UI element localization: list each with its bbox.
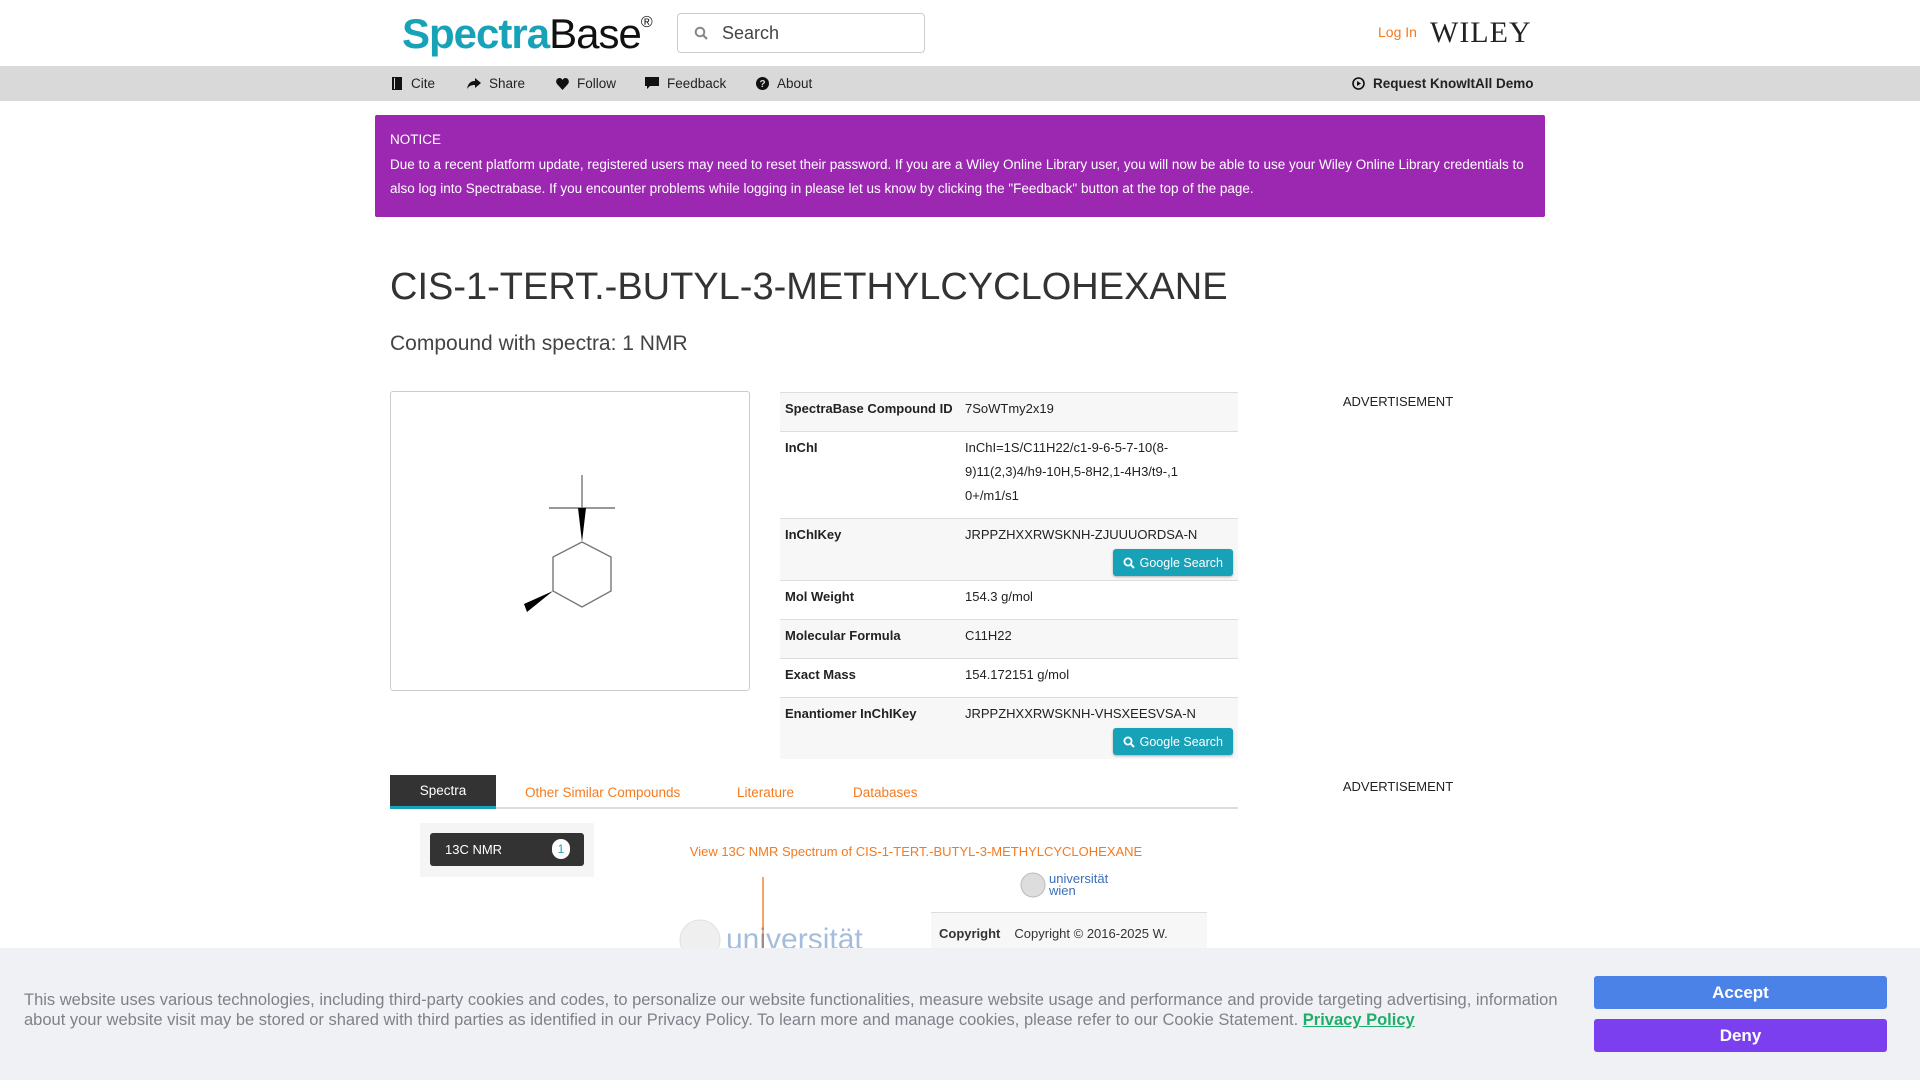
request-demo-button[interactable]: Request KnowItAll Demo (1352, 66, 1534, 101)
count-badge: 1 (552, 839, 570, 859)
google-search-button[interactable]: Google Search (1112, 549, 1233, 576)
search-icon (1123, 736, 1135, 748)
spectrum-type-13c-nmr[interactable]: 13C NMR 1 (430, 833, 584, 866)
molecule-structure (524, 475, 615, 612)
about-button[interactable]: ? About (756, 66, 812, 101)
cite-button[interactable]: Cite (391, 66, 435, 101)
search-input[interactable] (722, 22, 892, 44)
toolbar: Cite Share Follow Feedback ? About Reques… (0, 66, 1920, 101)
share-button[interactable]: Share (467, 66, 525, 101)
table-row: Enantiomer InChIKey JRPPZHXXRWSKNH-VHSXEE… (780, 697, 1238, 759)
login-link[interactable]: Log In (1378, 24, 1417, 40)
tab-spectra[interactable]: Spectra (390, 775, 496, 809)
accept-button[interactable]: Accept (1594, 976, 1887, 1009)
page-title: CIS-1-TERT.-BUTYL-3-METHYLCYCLOHEXANE (390, 266, 1228, 308)
follow-button[interactable]: Follow (556, 66, 616, 101)
page-subtitle: Compound with spectra: 1 NMR (390, 332, 688, 355)
deny-button[interactable]: Deny (1594, 1019, 1887, 1052)
heart-icon (556, 77, 569, 90)
structure-image (390, 391, 750, 691)
table-row: Exact Mass 154.172151 g/mol (780, 658, 1238, 698)
search-icon (1123, 557, 1135, 569)
notice-banner: NOTICE Due to a recent platform update, … (375, 115, 1545, 217)
play-circle-icon (1352, 77, 1365, 90)
google-search-button[interactable]: Google Search (1112, 728, 1233, 755)
table-row: SpectraBase Compound ID 7SoWTmy2x19 (780, 392, 1238, 432)
properties-table: SpectraBase Compound ID 7SoWTmy2x19 InChI… (780, 392, 1238, 759)
feedback-button[interactable]: Feedback (645, 66, 726, 101)
table-row: Mol Weight 154.3 g/mol (780, 580, 1238, 620)
copyright-row: Copyright Copyright © 2016-2025 W. (931, 912, 1207, 952)
svg-text:?: ? (759, 79, 765, 90)
question-circle-icon: ? (756, 77, 769, 90)
advertisement-label: ADVERTISEMENT (1342, 779, 1454, 794)
privacy-policy-link[interactable]: Privacy Policy (1303, 1011, 1415, 1029)
search-box[interactable] (677, 13, 925, 53)
advertisement-label: ADVERTISEMENT (1342, 394, 1454, 409)
view-spectrum-link[interactable]: View 13C NMR Spectrum of CIS-1-TERT.-BUT… (640, 844, 1192, 859)
cookie-text: This website uses various technologies, … (24, 991, 1558, 1029)
book-icon (392, 77, 402, 90)
wiley-logo[interactable]: WILEY (1430, 16, 1532, 50)
spectrabase-logo[interactable]: SpectraBase® (402, 10, 653, 58)
tab-databases[interactable]: Databases (853, 775, 918, 809)
tab-other-similar-compounds[interactable]: Other Similar Compounds (525, 775, 680, 809)
university-seal-icon (1020, 872, 1046, 898)
table-row: Molecular Formula C11H22 (780, 619, 1238, 659)
tab-bar: Spectra Other Similar Compounds Literatu… (390, 775, 1238, 809)
table-row: InChIKey JRPPZHXXRWSKNH-ZJUUUORDSA-N Googl… (780, 518, 1238, 581)
tab-literature[interactable]: Literature (737, 775, 794, 809)
share-icon (467, 77, 481, 89)
comment-icon (645, 77, 659, 89)
notice-text: Due to a recent platform update, registe… (390, 157, 1524, 196)
notice-title: NOTICE (390, 132, 442, 147)
header: SpectraBase® Log In WILEY (0, 0, 1920, 66)
table-row: InChI InChI=1S/C11H22/c1-9-6-5-7-10(8-9)1… (780, 431, 1238, 519)
universitat-wien-logo: universität wien (1020, 872, 1109, 898)
search-icon (694, 26, 708, 40)
